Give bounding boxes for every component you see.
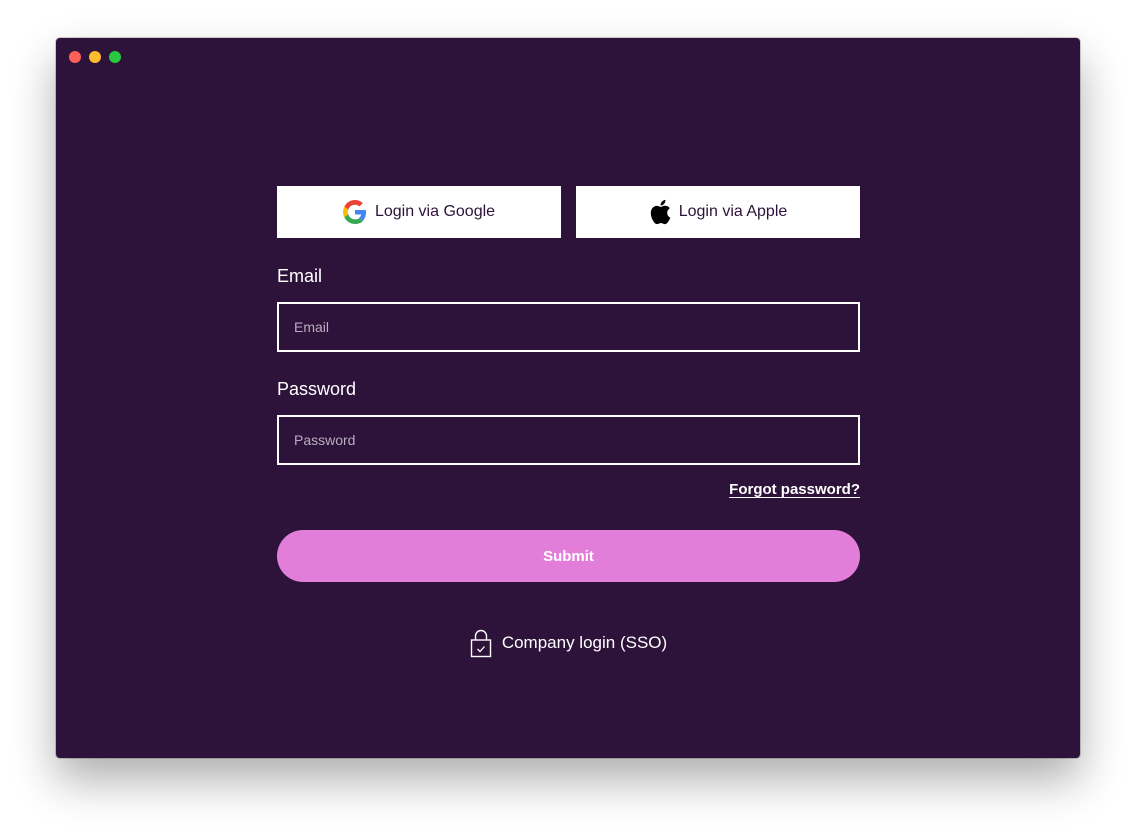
sso-login-button[interactable]: Company login (SSO) [277,628,860,658]
email-label: Email [277,266,323,286]
google-icon [342,200,367,224]
email-field[interactable] [279,304,858,350]
minimize-window-button[interactable] [89,51,101,63]
apple-login-button[interactable]: Login via Apple [576,186,860,238]
social-login-row: Login via Google Login via Apple [277,186,860,238]
password-label: Password [277,379,357,399]
login-form: Login via Google Login via Apple Email P… [277,186,860,658]
apple-icon [649,199,671,225]
apple-login-label: Login via Apple [678,203,788,220]
google-login-label: Login via Google [374,203,496,220]
app-window: Login via Google Login via Apple Email P… [56,38,1080,758]
password-field-box [277,415,860,465]
close-window-button[interactable] [69,51,81,63]
password-field[interactable] [279,417,858,463]
forgot-password-row: Forgot password? [277,481,860,501]
email-field-box [277,302,860,352]
forgot-password-link[interactable]: Forgot password? [729,481,860,498]
google-login-button[interactable]: Login via Google [277,186,561,238]
maximize-window-button[interactable] [109,51,121,63]
sso-label: Company login (SSO) [501,633,668,652]
submit-button[interactable]: Submit [277,530,860,582]
window-controls [69,51,121,63]
lock-icon [470,628,492,658]
